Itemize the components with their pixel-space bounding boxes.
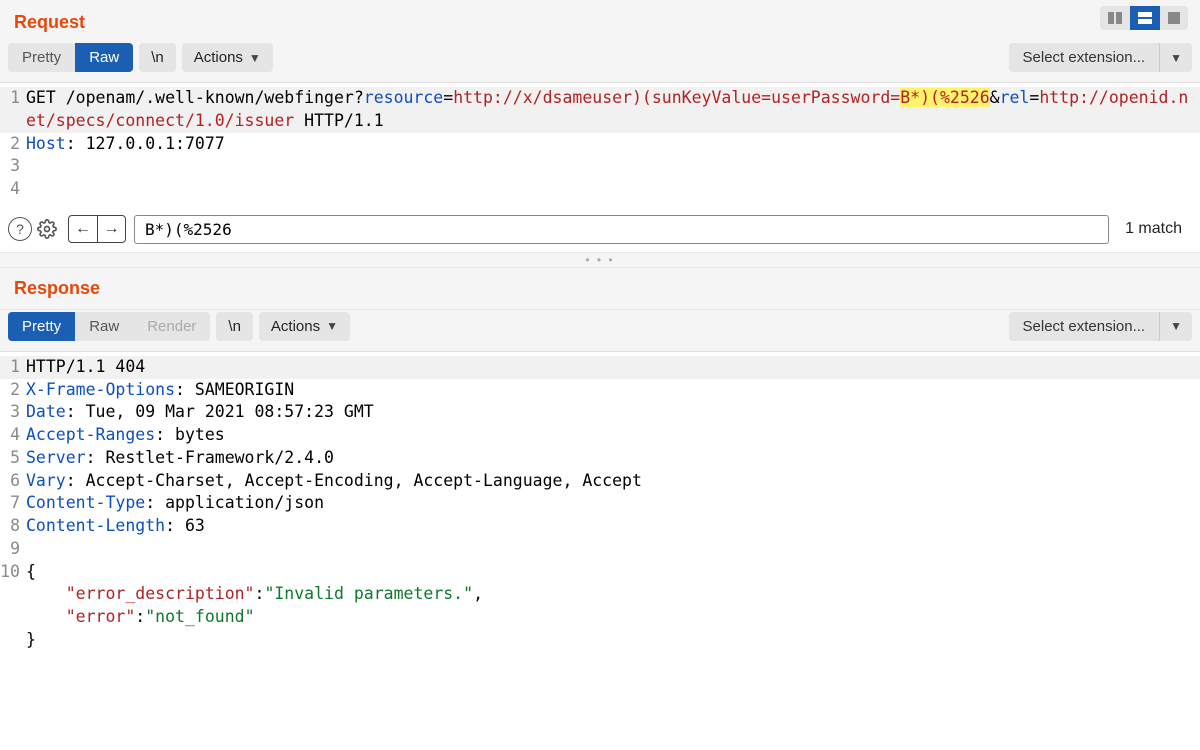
newline-toggle[interactable]: \n: [216, 312, 253, 341]
select-extension[interactable]: Select extension... ▼: [1009, 312, 1192, 341]
view-columns[interactable]: [1100, 6, 1130, 30]
line-number: 5: [0, 447, 26, 470]
line-number: 10: [0, 561, 26, 584]
line-number: 1: [0, 356, 26, 379]
search-match-count: 1 match: [1111, 220, 1190, 238]
request-toolbar: Pretty Raw \n Actions ▼ Select extension…: [0, 41, 1200, 83]
view-single[interactable]: [1160, 6, 1188, 30]
code-content: Host: 127.0.0.1:7077: [26, 133, 1200, 156]
view-stacked[interactable]: [1130, 6, 1160, 30]
line-number: 7: [0, 492, 26, 515]
response-toolbar: Pretty Raw Render \n Actions ▼ Select ex…: [0, 310, 1200, 352]
tab-render[interactable]: Render: [133, 312, 210, 341]
line-number: 3: [0, 155, 26, 178]
search-input[interactable]: [134, 215, 1109, 244]
tab-pretty[interactable]: Pretty: [8, 43, 75, 72]
request-tab-group: Pretty Raw: [8, 43, 133, 72]
select-extension-label: Select extension...: [1009, 312, 1161, 341]
line-number: 8: [0, 515, 26, 538]
tab-raw[interactable]: Raw: [75, 312, 133, 341]
code-content: GET /openam/.well-known/webfinger?resour…: [26, 87, 1200, 133]
gear-icon[interactable]: [34, 216, 60, 242]
line-number: 3: [0, 401, 26, 424]
tab-pretty[interactable]: Pretty: [8, 312, 75, 341]
search-nav: ← →: [68, 215, 126, 243]
request-search-bar: ? ← → 1 match: [0, 209, 1200, 252]
chevron-down-icon: ▼: [326, 319, 338, 333]
tab-raw[interactable]: Raw: [75, 43, 133, 72]
view-mode-switch: [1100, 6, 1188, 30]
actions-button[interactable]: Actions ▼: [259, 312, 350, 341]
newline-toggle[interactable]: \n: [139, 43, 176, 72]
response-tab-group: Pretty Raw Render: [8, 312, 210, 341]
line-number: 4: [0, 424, 26, 447]
response-title: Response: [0, 268, 1200, 310]
actions-label: Actions: [271, 318, 320, 335]
request-title: Request: [14, 6, 85, 41]
actions-label: Actions: [194, 49, 243, 66]
select-extension[interactable]: Select extension... ▼: [1009, 43, 1192, 72]
line-number: 4: [0, 178, 26, 201]
response-body[interactable]: 1 HTTP/1.1 404 2X-Frame-Options: SAMEORI…: [0, 352, 1200, 660]
panel-divider[interactable]: • • •: [0, 252, 1200, 268]
code-content: HTTP/1.1 404: [26, 356, 1200, 379]
line-number: 1: [0, 87, 26, 110]
actions-button[interactable]: Actions ▼: [182, 43, 273, 72]
line-number: 2: [0, 379, 26, 402]
line-number: 2: [0, 133, 26, 156]
line-number: 6: [0, 470, 26, 493]
chevron-down-icon: ▼: [1160, 312, 1192, 341]
line-number: 9: [0, 538, 26, 561]
search-next[interactable]: →: [97, 216, 125, 242]
chevron-down-icon: ▼: [249, 51, 261, 65]
chevron-down-icon: ▼: [1160, 43, 1192, 72]
request-body[interactable]: 1 GET /openam/.well-known/webfinger?reso…: [0, 83, 1200, 209]
help-icon[interactable]: ?: [8, 217, 32, 241]
select-extension-label: Select extension...: [1009, 43, 1161, 72]
search-prev[interactable]: ←: [69, 216, 97, 242]
